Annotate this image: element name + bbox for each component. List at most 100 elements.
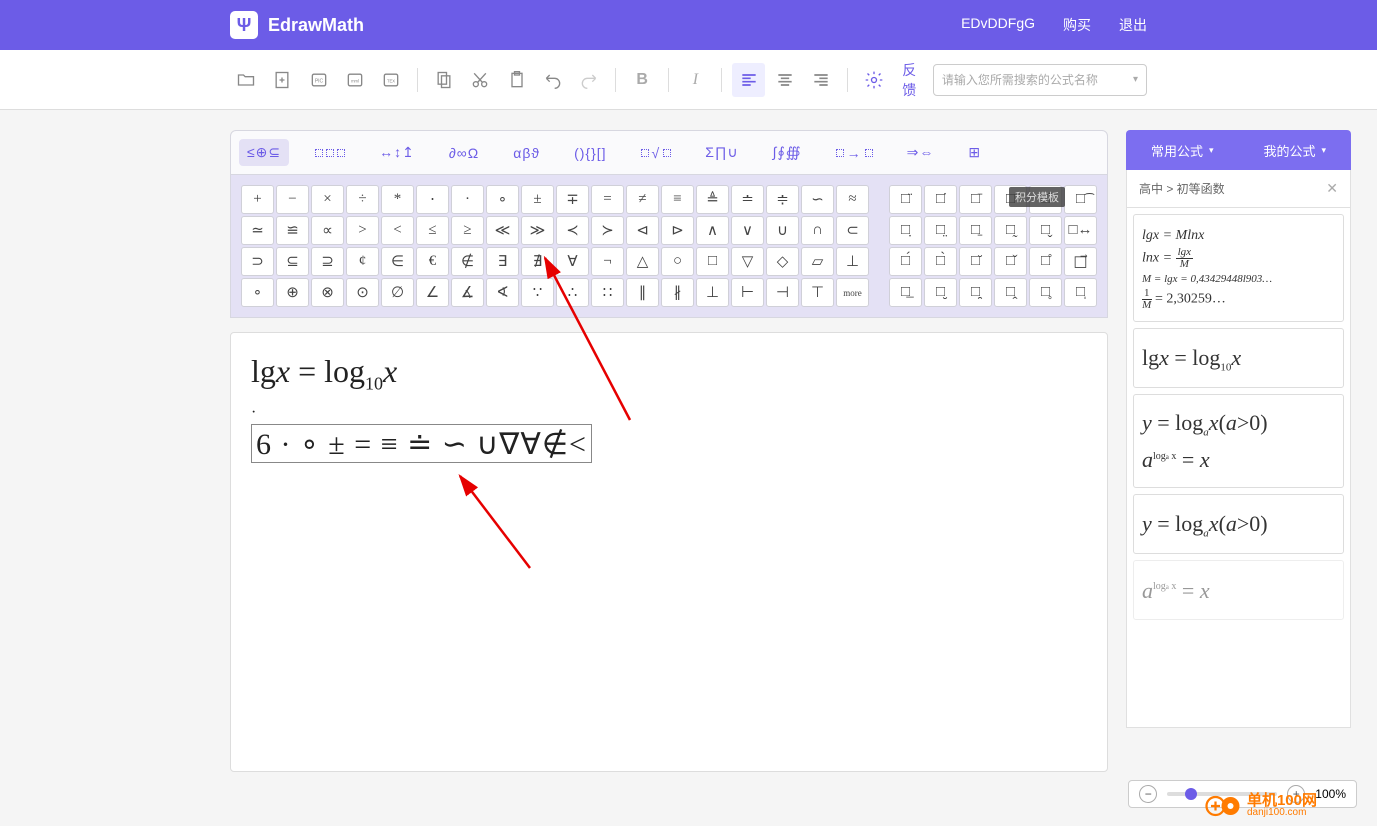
symbol-button[interactable]: ≺ xyxy=(556,216,589,245)
symbol-button[interactable]: ∉ xyxy=(451,247,484,276)
tab-misc[interactable]: ∂∞Ω xyxy=(441,140,487,166)
symbol-button[interactable]: ∴ xyxy=(556,278,589,307)
accent-button[interactable]: □⃗ xyxy=(1064,247,1097,276)
symbol-button[interactable]: ∨ xyxy=(731,216,764,245)
logo[interactable]: Ψ EdrawMath xyxy=(230,11,364,39)
search-input[interactable]: 请输入您所需搜索的公式名称 ▾ xyxy=(933,64,1147,96)
cut-button[interactable] xyxy=(464,63,496,97)
formula-card-2[interactable]: lgx = log10x xyxy=(1133,328,1344,388)
symbol-button[interactable]: ∀ xyxy=(556,247,589,276)
symbol-button[interactable]: ∓ xyxy=(556,185,589,214)
tab-fractions[interactable]: √ xyxy=(633,140,680,166)
symbol-button[interactable]: ≻ xyxy=(591,216,624,245)
symbol-button[interactable]: ≡ xyxy=(661,185,694,214)
symbol-button[interactable]: more xyxy=(836,278,869,307)
symbol-button[interactable]: ∧ xyxy=(696,216,729,245)
accent-button[interactable]: □͡ xyxy=(1064,185,1097,214)
symbol-button[interactable]: ⋅ xyxy=(416,185,449,214)
symbol-button[interactable]: ∠ xyxy=(416,278,449,307)
copy-button[interactable] xyxy=(428,63,460,97)
symbol-button[interactable]: ⊇ xyxy=(311,247,344,276)
symbol-button[interactable]: ≤ xyxy=(416,216,449,245)
symbol-button[interactable]: ≃ xyxy=(241,216,274,245)
tab-logic-arrows[interactable]: ⇒⇔ xyxy=(899,139,943,166)
tab-sums[interactable]: Σ∏∪ xyxy=(697,139,746,166)
export-tex-button[interactable]: TEX xyxy=(375,63,407,97)
tab-integrals[interactable]: ∫∮∰ xyxy=(765,139,810,166)
symbol-button[interactable]: ⊗ xyxy=(311,278,344,307)
accent-button[interactable]: □̬ xyxy=(1029,216,1062,245)
settings-button[interactable] xyxy=(858,63,890,97)
symbol-button[interactable]: ◇ xyxy=(766,247,799,276)
symbol-button[interactable]: ∪ xyxy=(766,216,799,245)
symbol-button[interactable]: ∡ xyxy=(451,278,484,307)
align-left-button[interactable] xyxy=(732,63,764,97)
export-image-button[interactable]: PIC xyxy=(302,63,334,97)
symbol-button[interactable]: = xyxy=(591,185,624,214)
symbol-button[interactable]: · xyxy=(451,185,484,214)
symbol-button[interactable]: ▽ xyxy=(731,247,764,276)
buy-link[interactable]: 购买 xyxy=(1063,15,1091,35)
breadcrumb-text[interactable]: 高中 > 初等函数 xyxy=(1139,180,1225,197)
symbol-button[interactable]: ⊙ xyxy=(346,278,379,307)
symbol-button[interactable]: ⊂ xyxy=(836,216,869,245)
symbol-button[interactable]: ≪ xyxy=(486,216,519,245)
symbol-button[interactable]: ∥ xyxy=(626,278,659,307)
accent-button[interactable]: □̈ xyxy=(889,185,922,214)
align-center-button[interactable] xyxy=(769,63,801,97)
symbol-button[interactable]: ⊳ xyxy=(661,216,694,245)
symbol-button[interactable]: □ xyxy=(696,247,729,276)
formula-card-1[interactable]: lgx = Mlnx lnx = lgxM M = lgx = 0,434294… xyxy=(1133,214,1344,322)
symbol-button[interactable]: + xyxy=(241,185,274,214)
symbol-button[interactable]: ∵ xyxy=(521,278,554,307)
symbol-button[interactable]: ∘ xyxy=(486,185,519,214)
symbol-button[interactable]: ⊲ xyxy=(626,216,659,245)
symbol-button[interactable]: ∦ xyxy=(661,278,694,307)
symbol-button[interactable]: ▱ xyxy=(801,247,834,276)
tab-my-formulas[interactable]: 我的公式▾ xyxy=(1239,141,1352,160)
accent-button[interactable]: □̤ xyxy=(924,216,957,245)
user-name[interactable]: EDvDDFgG xyxy=(961,15,1035,35)
italic-button[interactable]: I xyxy=(679,63,711,97)
accent-button[interactable]: □̱ xyxy=(959,216,992,245)
accent-button[interactable]: □↔ xyxy=(1064,216,1097,245)
accent-button[interactable]: □̭ xyxy=(994,278,1027,307)
formula-card-5[interactable]: aloga x = x xyxy=(1133,560,1344,620)
symbol-button[interactable]: ⊣ xyxy=(766,278,799,307)
symbol-button[interactable]: ≐ xyxy=(731,185,764,214)
tab-matrix[interactable]: ⊞ xyxy=(960,139,989,166)
bold-button[interactable]: B xyxy=(626,63,658,97)
symbol-button[interactable]: * xyxy=(381,185,414,214)
tab-arrows[interactable]: ↔↕↥ xyxy=(371,139,423,166)
symbol-button[interactable]: ⊃ xyxy=(241,247,274,276)
symbol-button[interactable]: ± xyxy=(521,185,554,214)
zoom-out-button[interactable]: − xyxy=(1139,785,1157,803)
symbol-button[interactable]: ⊢ xyxy=(731,278,764,307)
symbol-button[interactable]: ∄ xyxy=(521,247,554,276)
formula-card-3[interactable]: y = logax(a>0) aloga x = x xyxy=(1133,394,1344,488)
logout-link[interactable]: 退出 xyxy=(1119,15,1147,35)
feedback-link[interactable]: 反馈 xyxy=(902,60,929,100)
symbol-button[interactable]: ∩ xyxy=(801,216,834,245)
symbol-button[interactable]: > xyxy=(346,216,379,245)
accent-button[interactable]: □̀ xyxy=(924,247,957,276)
open-folder-button[interactable] xyxy=(230,63,262,97)
symbol-button[interactable]: ¬ xyxy=(591,247,624,276)
symbol-button[interactable]: ∢ xyxy=(486,278,519,307)
symbol-button[interactable]: − xyxy=(276,185,309,214)
accent-button[interactable]: □̣ xyxy=(889,216,922,245)
accent-button[interactable]: □̩ xyxy=(1064,278,1097,307)
symbol-button[interactable]: ∃ xyxy=(486,247,519,276)
tab-relations[interactable]: ≤⊕⊆ xyxy=(239,139,289,166)
symbol-button[interactable]: ∽ xyxy=(801,185,834,214)
formula-card-4[interactable]: y = logax(a>0) xyxy=(1133,494,1344,554)
symbol-button[interactable]: ∷ xyxy=(591,278,624,307)
align-right-button[interactable] xyxy=(805,63,837,97)
symbol-button[interactable]: ⊥ xyxy=(836,247,869,276)
formula-editor[interactable]: lgx = log10x · 6 · ∘ ± = ≡ ≐ ∽ ∪∇∀∉< xyxy=(230,332,1108,772)
symbol-button[interactable]: × xyxy=(311,185,344,214)
new-file-button[interactable] xyxy=(266,63,298,97)
symbol-button[interactable]: ∅ xyxy=(381,278,414,307)
close-icon[interactable]: ✕ xyxy=(1326,180,1338,197)
tab-greek[interactable]: αβϑ xyxy=(505,140,548,166)
